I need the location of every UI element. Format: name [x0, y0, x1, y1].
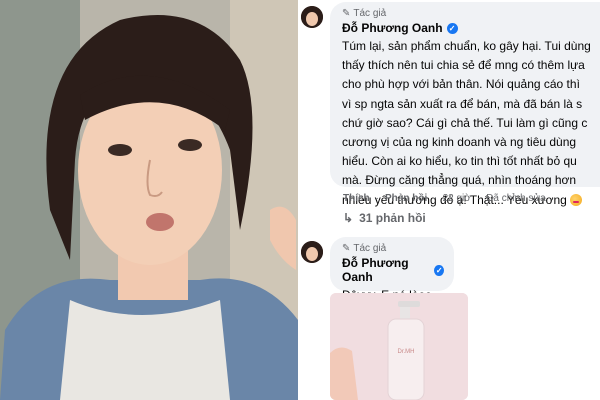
woman-photo-illustration	[0, 0, 298, 400]
comment-line: cho phù hợp với bản thân. Nói quảng cáo …	[342, 77, 580, 92]
product-label: Dr.MH	[398, 349, 415, 355]
comment-line: hiểu. Còn ai ko hiểu, ko tin thì tốt nhấ…	[342, 154, 577, 169]
avatar-image	[301, 6, 323, 28]
comment-line: Túm lại, sản phẩm chuẩn, ko gây hại. Tui…	[342, 39, 591, 53]
comment-line: thấy thích nên tui chia sẻ để mng có thê…	[342, 58, 585, 73]
comment-text: Túm lại, sản phẩm chuẩn, ko gây hại. Tui…	[342, 38, 600, 208]
reply-arrow-icon: ↳	[343, 211, 354, 225]
comment-line: vì sp ngta sản xuất ra để bán, mà đã bán…	[342, 96, 583, 111]
comment-bubble: ✎ Tác giả Đỗ Phương Oanh ✓ Túm lại, sản …	[330, 2, 600, 207]
pencil-icon: ✎	[342, 243, 351, 254]
product-bottle-illustration: Dr.MH	[330, 293, 468, 400]
comment-time[interactable]: 22 giờ	[443, 193, 471, 204]
author-avatar[interactable]	[301, 241, 323, 263]
woman-photo	[0, 0, 298, 400]
comment-actions: Thích · Phản hồi · 22 giờ · Đã chỉnh sửa	[343, 193, 546, 204]
author-name[interactable]: Đỗ Phương Oanh	[342, 256, 430, 284]
author-avatar[interactable]	[301, 6, 323, 28]
avatar-image	[301, 241, 323, 263]
verified-icon: ✓	[446, 22, 458, 34]
edited-label[interactable]: Đã chỉnh sửa	[486, 193, 546, 204]
comment-line: cương vị của ng kinh doanh và ng tiêu dù…	[342, 135, 577, 150]
view-replies-link[interactable]: ↳ 31 phản hồi	[343, 211, 426, 225]
comment-line: mà. Đừng căng thẳng quá, nhìn thoáng hơn	[342, 173, 577, 188]
author-badge: ✎ Tác giả	[342, 8, 600, 19]
comment-line: chứ giờ sao? Cái gì chả thế. Tui làm gì …	[342, 115, 588, 130]
author-name-row[interactable]: Đỗ Phương Oanh ✓	[342, 21, 600, 35]
smiling-face-with-hearts-icon	[569, 194, 582, 207]
comment-bubble: ✎ Tác giả Đỗ Phương Oanh ✓ Đâyyy. E nó l…	[330, 237, 454, 302]
author-badge: ✎ Tác giả	[342, 243, 444, 254]
author-name-row[interactable]: Đỗ Phương Oanh ✓	[342, 256, 444, 284]
author-badge-label: Tác giả	[353, 8, 387, 19]
author-badge-label: Tác giả	[353, 243, 387, 254]
reply-link[interactable]: Phản hồi	[385, 193, 427, 204]
comment-attached-image[interactable]: Dr.MH	[330, 293, 468, 400]
like-link[interactable]: Thích	[343, 193, 370, 204]
author-name[interactable]: Đỗ Phương Oanh	[342, 21, 443, 35]
pencil-icon: ✎	[342, 8, 351, 19]
verified-icon: ✓	[434, 264, 444, 276]
replies-count[interactable]: 31 phản hồi	[359, 211, 426, 225]
